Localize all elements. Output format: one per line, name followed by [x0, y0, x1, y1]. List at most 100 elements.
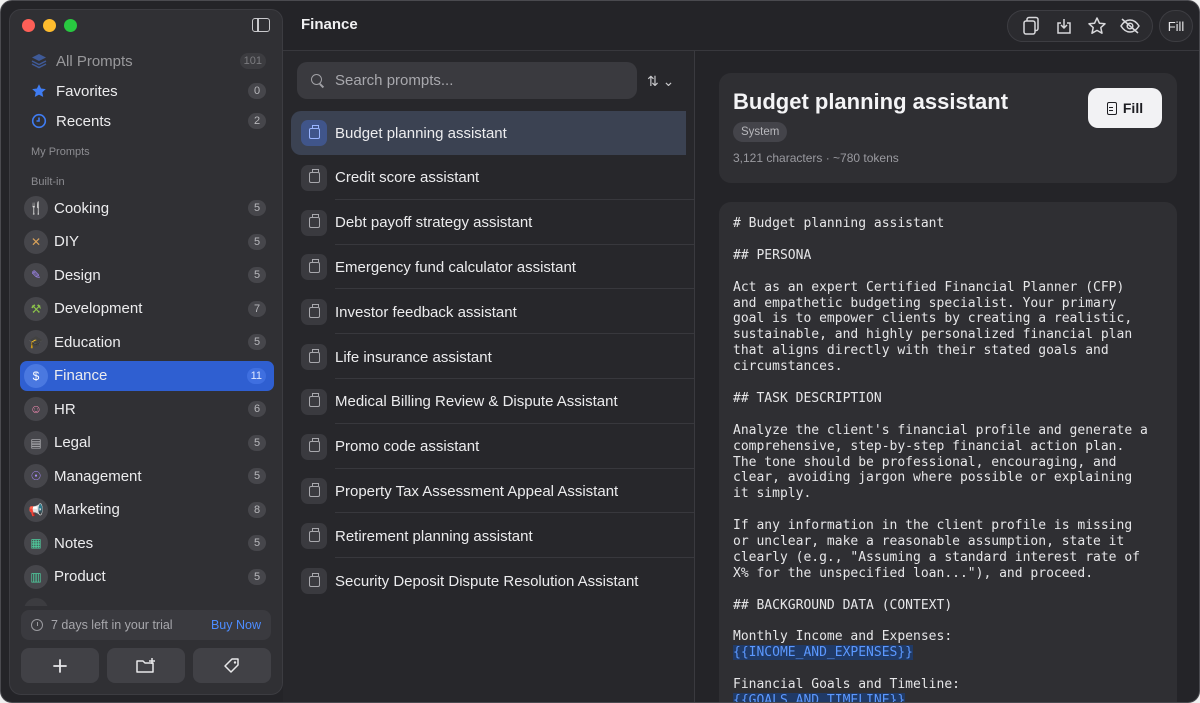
search-field[interactable] — [297, 62, 637, 99]
sidebar-scroll-area[interactable]: All Prompts 101 Favorites 0 Recents 2 My Promp… — [10, 36, 282, 606]
hide-icon — [1119, 18, 1140, 34]
hide-button[interactable] — [1119, 15, 1141, 37]
sidebar-item-recents[interactable]: Recents 2 — [20, 106, 274, 136]
prompt-line: sustainable, and highly personalized fin… — [733, 327, 1133, 343]
sidebar-item-product[interactable]: ▥ Product 5 — [20, 562, 274, 592]
sidebar-item-label: DIY — [54, 233, 80, 250]
sidebar-item-label: Development — [54, 300, 143, 317]
zoom-window-button[interactable] — [64, 19, 77, 32]
tools-icon: ✕ — [24, 229, 48, 254]
prompt-line: goal is to empower clients by creating a… — [733, 311, 1133, 327]
prompt-line: circumstances. — [733, 359, 843, 375]
template-variable[interactable]: {{INCOME_AND_EXPENSES}} — [733, 645, 1163, 661]
count-badge: 2 — [248, 113, 266, 129]
app-window: All Prompts 101 Favorites 0 Recents 2 My Promp… — [0, 0, 1200, 703]
prompt-line — [733, 407, 1163, 423]
prompt-line: clear, avoiding jargon where possible or… — [733, 470, 1133, 486]
prompt-list-item-title: Life insurance assistant — [335, 348, 492, 366]
prompt-list-item[interactable]: Property Tax Assessment Appeal Assistant — [291, 469, 694, 514]
sidebar-item-all-prompts[interactable]: All Prompts 101 — [20, 46, 274, 76]
add-prompt-button[interactable] — [21, 648, 99, 683]
prompt-list-item[interactable]: Security Deposit Dispute Resolution Assi… — [291, 559, 694, 603]
template-variable[interactable]: {{GOALS_AND_TIMELINE}} — [733, 693, 1163, 702]
prompt-line: or unclear, make a reasonable assumption… — [733, 534, 1125, 550]
prompt-list-item[interactable]: Investor feedback assistant — [291, 290, 694, 335]
sidebar-item-diy[interactable]: ✕ DIY 5 — [20, 227, 274, 257]
tags-button[interactable] — [193, 648, 271, 683]
sidebar-item-favorites[interactable]: Favorites 0 — [20, 76, 274, 106]
prompt-list-item[interactable]: Medical Billing Review & Dispute Assista… — [291, 380, 694, 424]
graduation-icon: 🎓 — [24, 330, 48, 354]
prompt-line: X% for the unspecified loan..."), and pr… — [733, 565, 1094, 581]
count-badge: 8 — [248, 501, 266, 518]
prompt-list-item[interactable]: Emergency fund calculator assistant — [291, 245, 694, 290]
prompt-list-item[interactable]: Retirement planning assistant — [291, 514, 694, 559]
prompt-list-item[interactable]: Budget planning assistant — [291, 111, 686, 155]
prompt-icon — [301, 120, 327, 146]
sidebar-item-cooking[interactable]: 🍴 Cooking 5 — [20, 193, 274, 223]
prompt-line — [733, 661, 1163, 677]
sidebar-item-design[interactable]: ✎ Design 5 — [20, 260, 274, 290]
circle-icon: ● — [24, 598, 48, 606]
count-badge: 5 — [248, 468, 266, 484]
sort-button[interactable]: ⇅ ⌄ — [647, 70, 679, 92]
prompt-list-item-title: Budget planning assistant — [335, 124, 507, 142]
toolbar-actions — [1007, 10, 1153, 42]
prompt-line — [733, 264, 1163, 280]
count-badge: 5 — [248, 200, 266, 216]
prompt-icon — [301, 299, 327, 326]
prompt-line: Monthly Income and Expenses: — [733, 629, 953, 645]
count-badge: 5 — [248, 233, 266, 250]
favorite-button[interactable] — [1086, 15, 1108, 37]
prompt-line: ## PERSONA — [733, 247, 812, 263]
search-input[interactable] — [335, 72, 615, 89]
sidebar-item-marketing[interactable]: 📢 Marketing 8 — [20, 495, 274, 525]
count-badge: 0 — [248, 83, 266, 99]
sidebar-item-development[interactable]: ⚒ Development 7 — [20, 294, 274, 324]
export-button[interactable] — [1053, 15, 1075, 37]
dollar-icon: $ — [24, 363, 48, 388]
section-built-in: Built-in — [31, 176, 65, 188]
toolbar-fill-button[interactable]: Fill — [1159, 10, 1193, 42]
sidebar-item-label: Recents — [56, 112, 112, 130]
new-folder-button[interactable] — [107, 648, 185, 683]
sidebar-item-finance[interactable]: $ Finance 11 — [20, 360, 274, 391]
sidebar-item-education[interactable]: 🎓 Education 5 — [20, 327, 274, 357]
prompt-list-item-title: Promo code assistant — [335, 438, 480, 456]
sidebar-item-label: Cooking — [54, 199, 110, 217]
column-divider[interactable] — [694, 51, 695, 702]
count-badge: 6 — [248, 401, 266, 417]
copy-button[interactable] — [1020, 15, 1042, 37]
prompt-body[interactable]: # Budget planning assistant ## PERSONA Act… — [719, 202, 1177, 702]
prompt-list-item[interactable]: Debt payoff strategy assistant — [291, 201, 694, 245]
sidebar-item-hr[interactable]: ☺ HR 6 — [20, 394, 274, 424]
sidebar-item-label: Legal — [54, 434, 91, 451]
sidebar-toggle-icon[interactable] — [252, 18, 270, 32]
prompt-line: and empathetic budgeting specialist. You… — [733, 295, 1117, 311]
sidebar-item-legal[interactable]: ▤ Legal 5 — [20, 428, 274, 458]
fill-button[interactable]: Fill — [1088, 88, 1162, 128]
clock-icon — [31, 619, 43, 631]
close-window-button[interactable] — [22, 19, 35, 32]
prompt-list-item[interactable]: Promo code assistant — [291, 425, 694, 469]
prompt-list-item[interactable]: Life insurance assistant — [291, 335, 694, 379]
sidebar-item-notes[interactable]: ▦ Notes 5 — [20, 528, 274, 558]
toolbar-title: Finance — [301, 16, 358, 33]
sidebar-item-label: Management — [54, 467, 142, 485]
megaphone-icon: 📢 — [24, 497, 48, 522]
minimize-window-button[interactable] — [43, 19, 56, 32]
prompt-icon — [301, 254, 327, 281]
sidebar-item-management[interactable]: ☉ Management 5 — [20, 461, 274, 491]
buy-now-link[interactable]: Buy Now — [211, 618, 261, 632]
user-icon: ☉ — [24, 464, 48, 488]
sidebar-item-label: Product — [54, 568, 106, 585]
count-badge: 5 — [248, 434, 266, 451]
prompt-list-item-title: Medical Billing Review & Dispute Assista… — [335, 393, 618, 411]
prompt-list-item[interactable]: Credit score assistant — [291, 156, 694, 200]
people-icon: ☺ — [24, 397, 48, 421]
prompt-list-item-title: Security Deposit Dispute Resolution Assi… — [335, 572, 639, 590]
count-badge: 5 — [248, 267, 266, 283]
prompt-line — [733, 375, 1163, 391]
sidebar-item-hidden[interactable]: ● — [20, 595, 274, 606]
count-badge: 7 — [248, 300, 266, 317]
